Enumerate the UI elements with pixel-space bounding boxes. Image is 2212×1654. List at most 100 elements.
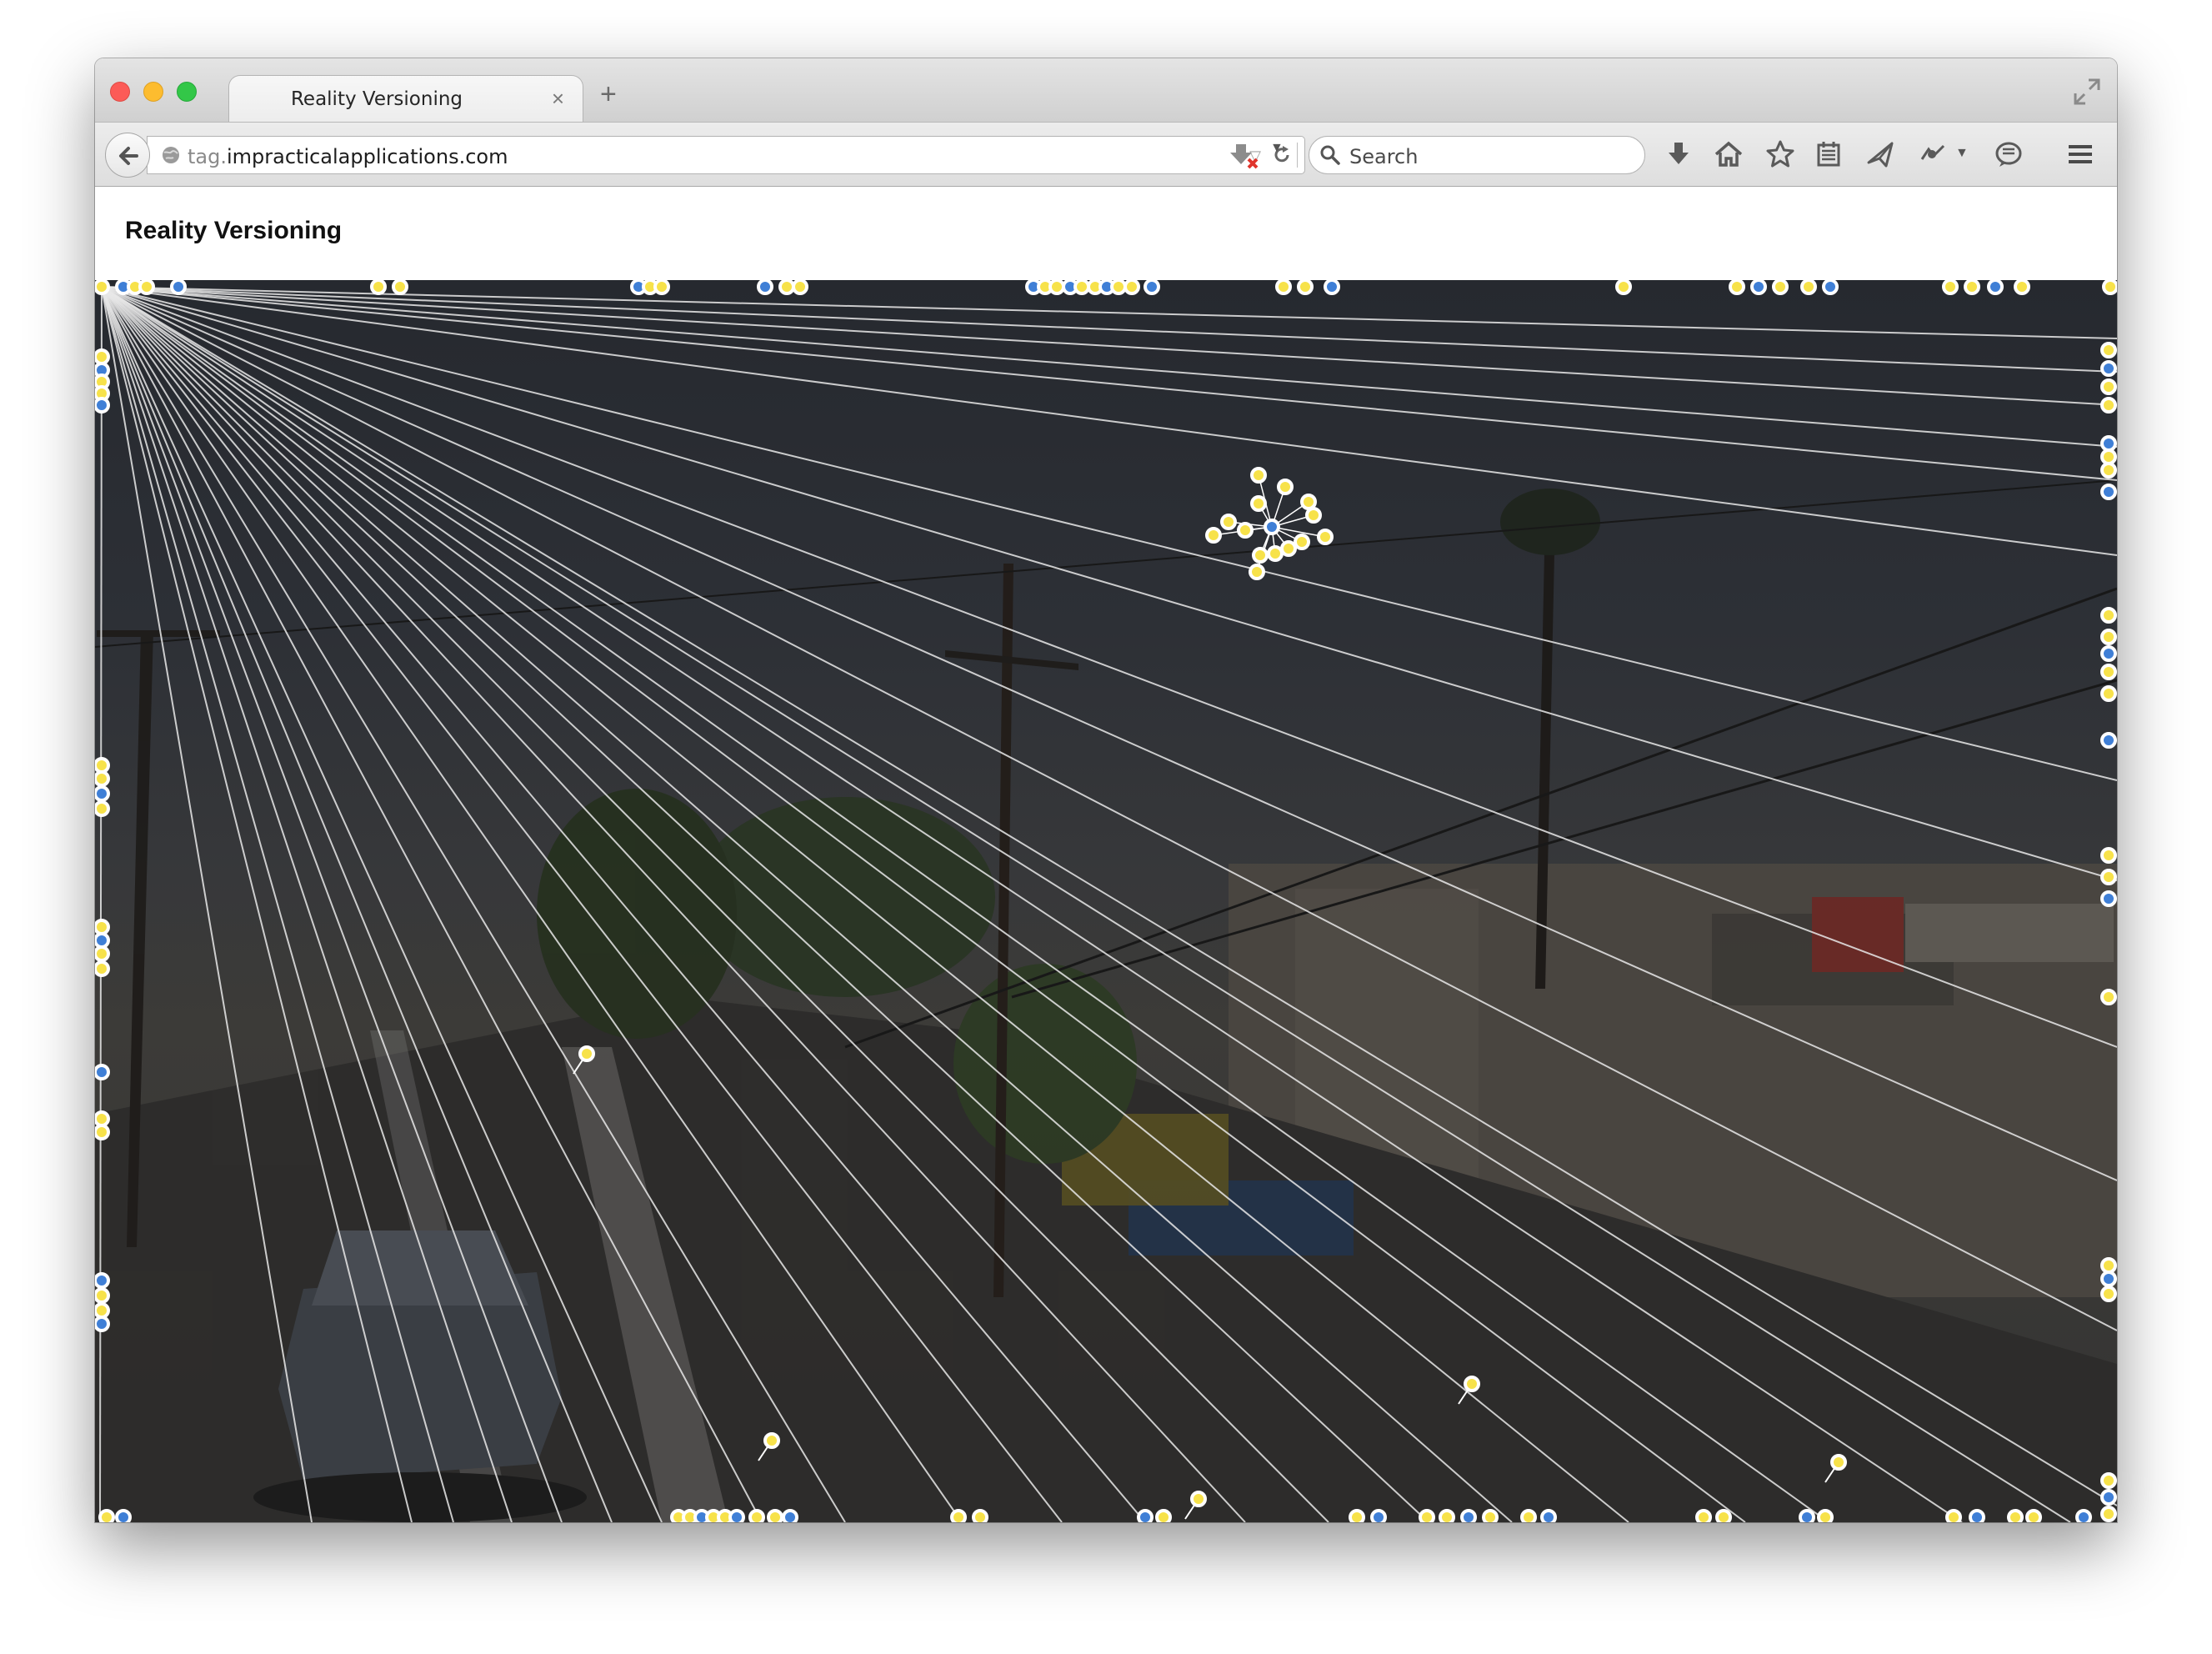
extension-dropdown-icon[interactable]: ▼ [1955,146,1969,161]
addon-dropdown-icon[interactable]: ▼ [1270,141,1284,156]
tag-marker[interactable] [782,1509,798,1522]
tag-marker[interactable] [95,785,110,802]
tag-marker[interactable] [2100,869,2117,885]
tag-marker[interactable] [98,1509,115,1522]
tag-marker[interactable] [2100,1472,2117,1489]
tag-marker[interactable] [95,932,110,949]
street-view-canvas[interactable] [95,280,2117,1522]
tag-marker[interactable] [1987,280,2004,295]
tag-marker[interactable] [950,1509,967,1522]
tag-marker[interactable] [1155,1509,1172,1522]
tag-marker[interactable] [1969,1509,1985,1522]
tag-marker[interactable] [1220,514,1237,530]
tag-marker[interactable] [95,960,110,977]
tag-marker[interactable] [2100,342,2117,358]
tag-marker[interactable] [95,800,110,817]
tag-marker[interactable] [1252,547,1269,564]
tag-marker[interactable] [2102,280,2117,295]
tag-marker[interactable] [2100,732,2117,749]
tag-marker[interactable] [1300,494,1317,510]
tag-marker[interactable] [1124,280,1140,295]
tag-marker[interactable] [370,280,387,295]
tab-close-icon[interactable]: × [552,86,564,112]
tag-marker[interactable] [1460,1509,1477,1522]
reading-list-icon[interactable] [1812,138,1845,171]
extension-icon[interactable] [1915,138,1949,171]
tag-marker[interactable] [95,1316,110,1332]
hamburger-menu-icon[interactable] [2064,138,2097,171]
tag-marker[interactable] [1772,280,1789,295]
search-bar[interactable]: Search [1309,136,1645,174]
tag-marker[interactable] [1942,280,1959,295]
tag-marker[interactable] [2100,397,2117,414]
tag-marker[interactable] [1964,280,1980,295]
tag-marker[interactable] [2100,685,2117,702]
tag-marker[interactable] [1482,1509,1499,1522]
tag-marker[interactable] [95,1110,110,1127]
tag-marker[interactable] [1540,1509,1557,1522]
tag-marker[interactable] [95,348,110,365]
blocked-addon-icon[interactable] [1229,139,1264,173]
tag-marker[interactable] [95,1124,110,1140]
tag-marker[interactable] [2014,280,2030,295]
tag-marker[interactable] [2100,1286,2117,1302]
tag-marker[interactable] [1945,1509,1962,1522]
tag-marker[interactable] [2100,645,2117,662]
tag-marker[interactable] [1250,467,1267,484]
tag-marker[interactable] [1324,280,1340,295]
minimize-window-button[interactable] [143,82,163,102]
tag-marker[interactable] [1277,479,1294,495]
tag-marker[interactable] [1419,1509,1435,1522]
tag-marker[interactable] [1249,564,1265,580]
maximize-window-button[interactable] [177,82,197,102]
tag-marker[interactable] [1237,522,1254,539]
tag-marker[interactable] [2100,360,2117,377]
tag-marker[interactable] [95,1272,110,1289]
tag-marker[interactable] [2100,462,2117,479]
tag-marker[interactable] [2100,989,2117,1005]
tag-marker[interactable] [2100,1506,2117,1522]
tag-marker[interactable] [1830,1454,1847,1471]
tag-marker[interactable] [767,1509,783,1522]
tag-marker[interactable] [578,1045,595,1062]
back-button[interactable] [105,133,150,178]
tag-marker[interactable] [1439,1509,1455,1522]
tag-marker[interactable] [972,1509,988,1522]
tag-marker[interactable] [95,919,110,935]
tag-marker[interactable] [2075,1509,2092,1522]
tag-marker[interactable] [95,770,110,787]
tag-marker[interactable] [2100,890,2117,907]
tag-marker[interactable] [1615,280,1632,295]
close-window-button[interactable] [110,82,130,102]
tag-marker[interactable] [1110,280,1127,295]
downloads-icon[interactable] [1662,138,1695,171]
tag-marker[interactable] [1695,1509,1712,1522]
tag-marker[interactable] [1144,280,1160,295]
tag-marker[interactable] [115,1509,132,1522]
tag-marker[interactable] [2100,378,2117,395]
tag-marker[interactable] [2100,484,2117,500]
tag-marker[interactable] [1137,1509,1154,1522]
tag-marker[interactable] [2100,1271,2117,1287]
tag-marker[interactable] [1264,519,1280,535]
tag-marker[interactable] [1464,1376,1480,1392]
tag-marker[interactable] [1305,507,1322,524]
tag-marker[interactable] [1822,280,1839,295]
tag-marker[interactable] [170,280,187,295]
tag-marker[interactable] [1349,1509,1365,1522]
tag-marker[interactable] [1073,280,1090,295]
tab-reality-versioning[interactable]: Reality Versioning × [228,75,583,124]
tag-marker[interactable] [2100,449,2117,465]
tag-marker[interactable] [1275,280,1292,295]
tag-marker[interactable] [778,280,795,295]
tag-marker[interactable] [1205,527,1222,544]
tag-marker[interactable] [1370,1509,1387,1522]
tag-marker[interactable] [95,397,110,414]
tag-marker[interactable] [757,280,773,295]
tag-marker[interactable] [2100,607,2117,624]
tag-marker[interactable] [1317,529,1334,545]
tag-marker[interactable] [2100,1257,2117,1274]
tag-marker[interactable] [95,1287,110,1304]
tag-marker[interactable] [1250,495,1267,512]
tag-marker[interactable] [95,1064,110,1080]
